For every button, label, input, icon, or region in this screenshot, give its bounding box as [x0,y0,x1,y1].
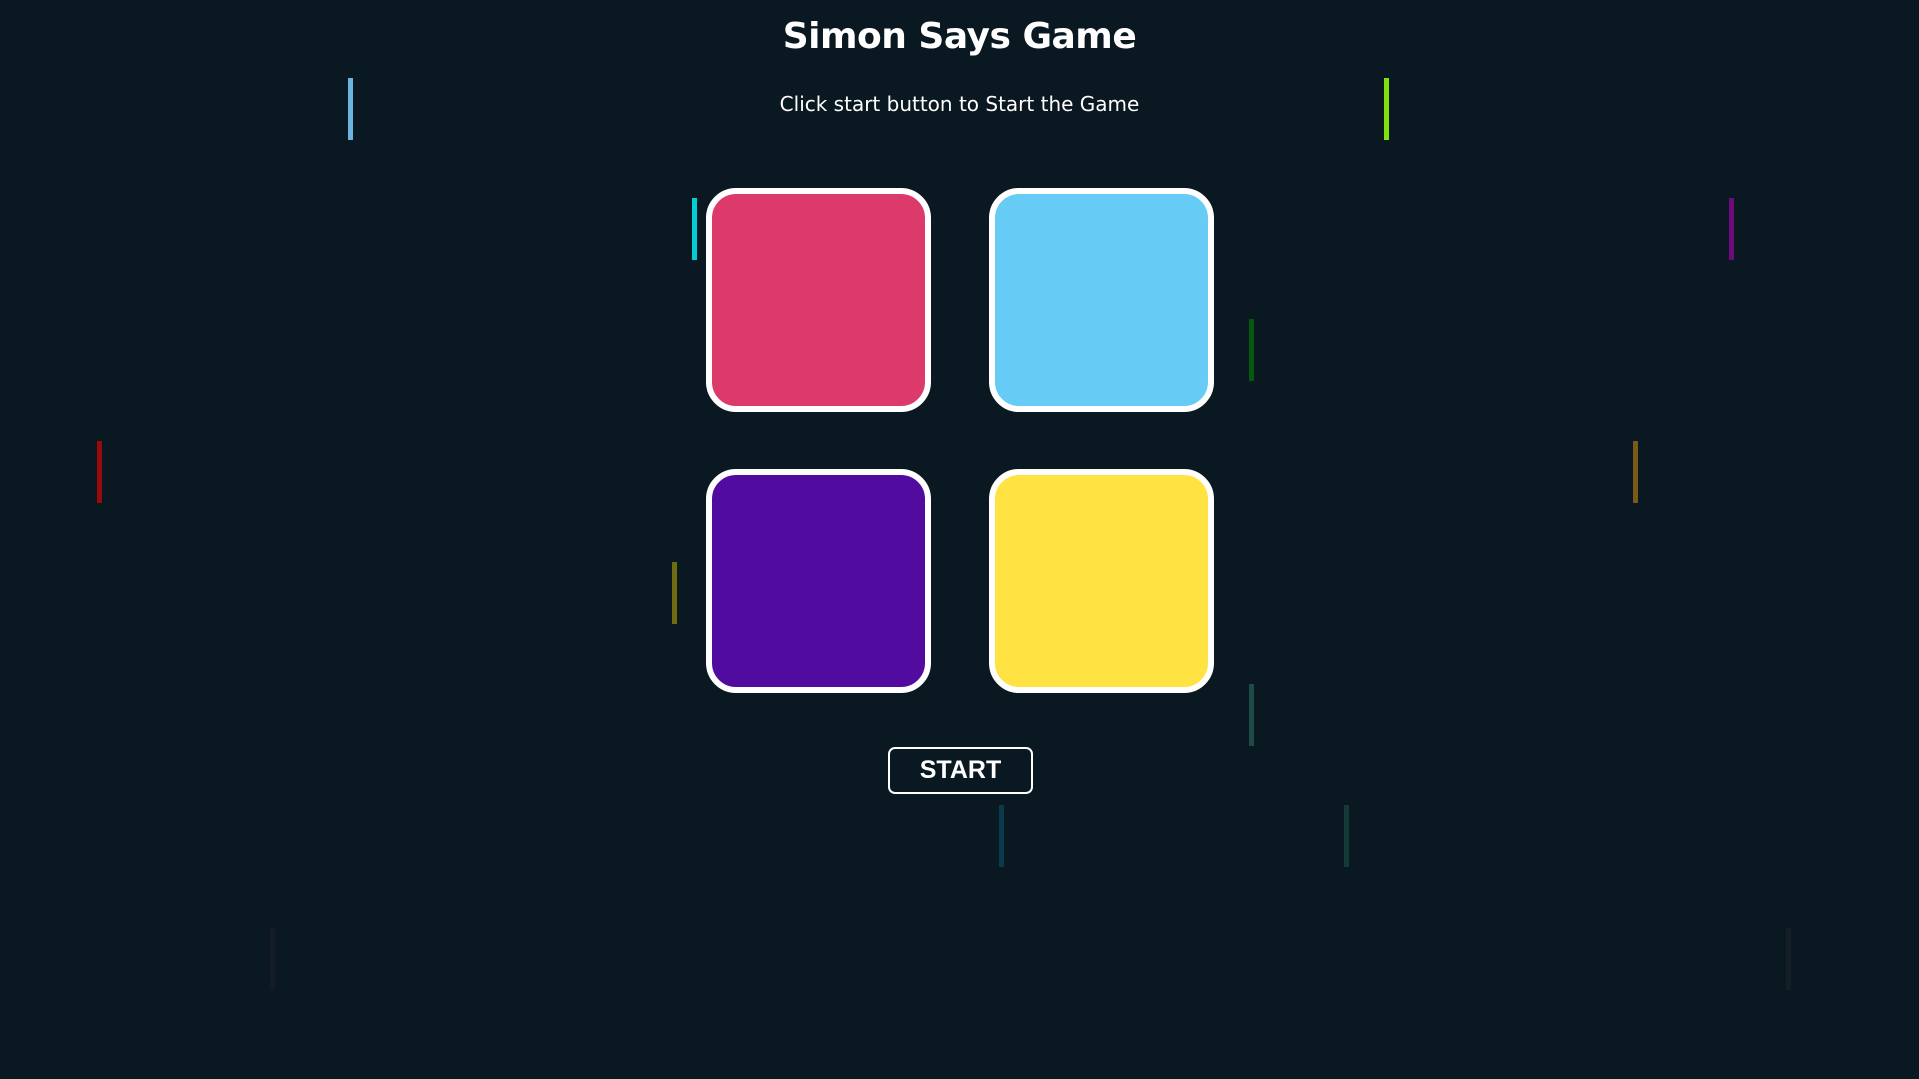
background-streak [348,78,353,140]
background-streak [1249,319,1254,381]
game-status-text: Click start button to Start the Game [779,92,1140,116]
background-streak [1384,78,1389,140]
background-streak [270,928,275,990]
background-streak [672,562,677,624]
pad-red[interactable] [706,188,931,412]
background-streak [1633,441,1638,503]
background-streak [1344,805,1349,867]
background-streak [692,198,697,260]
background-streak [97,441,102,503]
pad-blue[interactable] [989,188,1214,412]
start-button[interactable]: START [888,747,1033,794]
background-streak [1249,684,1254,746]
pad-yellow[interactable] [989,469,1214,693]
pad-purple[interactable] [706,469,931,693]
game-title: Simon Says Game [782,16,1137,57]
background-streak [999,805,1004,867]
background-streak [1786,928,1791,990]
background-streak [1729,198,1734,260]
